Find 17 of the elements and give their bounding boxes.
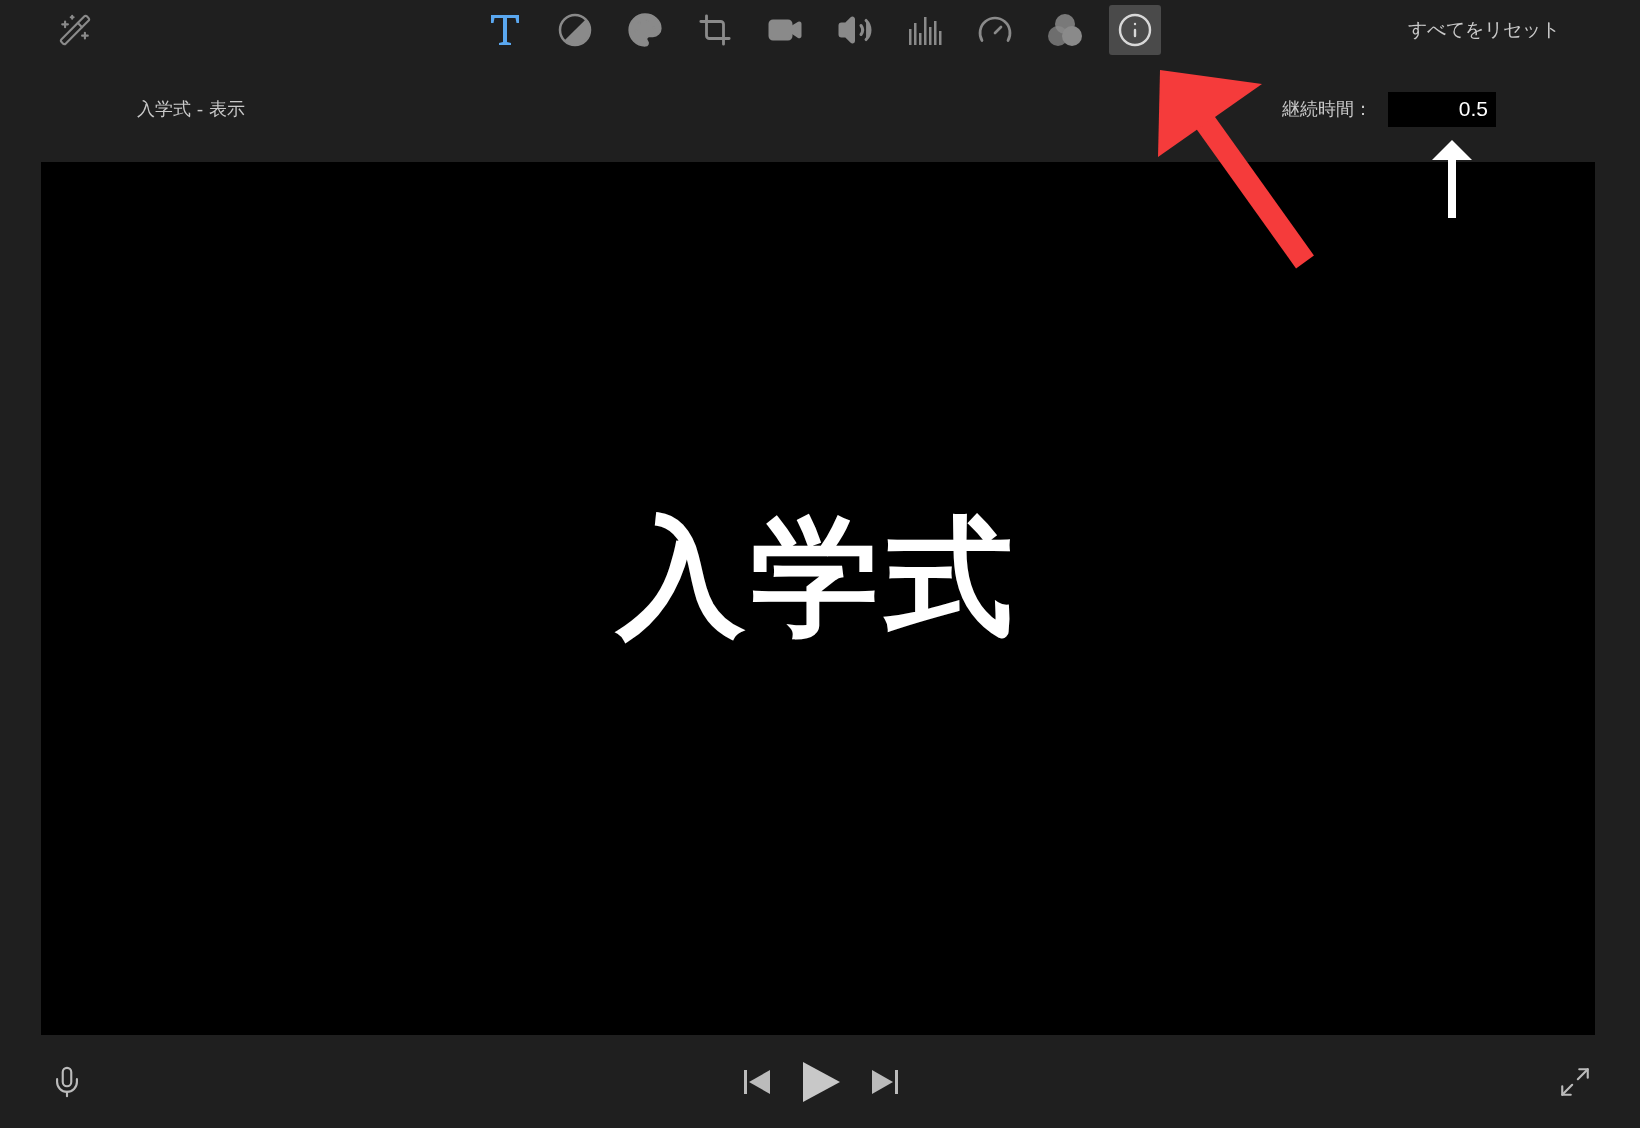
reset-all-button[interactable]: すべてをリセット — [1408, 13, 1560, 47]
clip-title: 入学式 - 表示 — [137, 97, 245, 121]
skip-forward-button[interactable] — [871, 1068, 899, 1095]
duration-label: 継続時間： — [1282, 97, 1372, 121]
magic-wand-icon[interactable] — [58, 13, 92, 47]
skip-back-button[interactable] — [743, 1068, 771, 1095]
circles-icon — [1047, 13, 1083, 47]
contrast-icon — [558, 13, 592, 47]
duration-field[interactable]: 0.5 — [1388, 91, 1496, 127]
title-text: 入学式 — [617, 501, 1019, 653]
info-icon — [1117, 12, 1153, 48]
palette-icon — [626, 11, 664, 49]
crop-icon — [698, 13, 732, 47]
tool-button[interactable] — [1109, 5, 1161, 55]
equalizer-icon — [908, 15, 942, 45]
text-icon — [490, 14, 520, 46]
play-button[interactable] — [801, 1060, 841, 1103]
